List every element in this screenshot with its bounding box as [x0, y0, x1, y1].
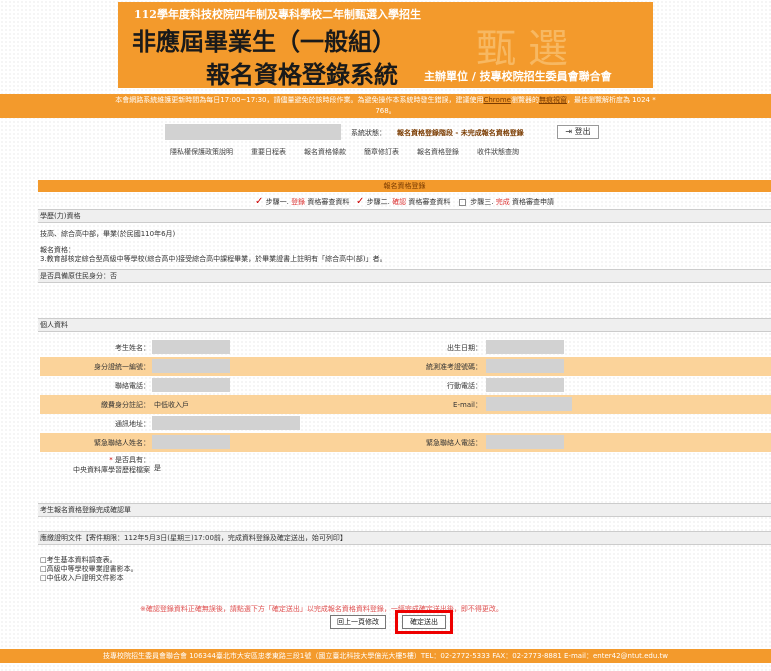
- step3-prefix: 步驟三.: [470, 198, 494, 206]
- docs-section-title: 應繳證明文件【寄件期限：112年5月3日(星期三)17:00前，完成資料登錄及確…: [38, 531, 771, 545]
- table-row: 通訊地址：: [40, 414, 771, 433]
- fee-status-value: 中低收入戶: [154, 401, 189, 409]
- emergency-name-value-masked: [152, 435, 230, 449]
- notice-text-browser: 瀏覽器的: [510, 96, 539, 104]
- education-section-title: 學歷(力)資格: [38, 209, 771, 223]
- table-row: 身分證統一編號： 統測准考證號碼：: [40, 357, 771, 376]
- step2-highlight: 確認: [392, 198, 407, 206]
- step1-suffix: 資格審查資料: [307, 198, 350, 206]
- confirm-section-title: 考生報名資格登錄完成確認單: [38, 503, 771, 517]
- name-value-masked: [152, 340, 230, 354]
- notice-text-suffix: ，最佳瀏覽解析度為 1024 *: [566, 96, 656, 104]
- menu-item-receipt-status[interactable]: 收件狀態查詢: [477, 147, 519, 161]
- banner-organizer: 主辦單位 / 技專校院招生委員會聯合會: [424, 70, 612, 83]
- name-label: 考生姓名：: [115, 344, 150, 352]
- menu-item-revisions[interactable]: 簡章修訂表: [364, 147, 399, 161]
- address-value-masked: [152, 416, 300, 430]
- address-label: 通訊地址：: [115, 420, 150, 428]
- banner-title-line1: 非應屆畢業生（一般組）: [132, 28, 396, 56]
- logout-button[interactable]: ⇥ 登出: [557, 125, 599, 139]
- step-indicator: ✓ 步驟一. 登錄 資格審查資料 ✓ 步驟二. 確認 資格審查資料 步驟三. 完…: [38, 196, 771, 207]
- check-icon: ✓: [356, 196, 365, 207]
- table-row: 聯絡電話： 行動電話：: [40, 376, 771, 395]
- logout-icon: ⇥: [565, 127, 573, 136]
- notice-text-prefix: 本會網路系統維護更新時間為每日17:00~17:30，請儘量避免於該時段作業。為…: [115, 96, 484, 104]
- step1-prefix: 步驟一.: [265, 198, 289, 206]
- emergency-name-label: 緊急聯絡人姓名：: [94, 439, 150, 447]
- checkbox-empty-icon: [459, 198, 467, 206]
- menu-item-privacy[interactable]: 隱私權保護政策說明: [170, 147, 233, 161]
- step2-prefix: 步驟二.: [366, 198, 390, 206]
- step3-suffix: 資格審查申請: [511, 198, 554, 206]
- exam-number-value-masked: [486, 359, 564, 373]
- chrome-link[interactable]: Chrome: [483, 96, 510, 104]
- step1-highlight: 登錄: [291, 198, 306, 206]
- doc-item: □中低收入戶證明文件影本: [40, 574, 124, 582]
- personal-info-table: 考生姓名： 出生日期： 身分證統一編號： 統測准考證號碼： 聯絡電話： 行動電話…: [40, 338, 771, 482]
- emergency-phone-value-masked: [486, 435, 564, 449]
- email-value-masked: [486, 397, 572, 411]
- system-status-label: 系統狀態：: [351, 129, 386, 137]
- system-status-value: 報名資格登錄階段 - 未完成報名資格登錄: [397, 129, 524, 137]
- menu-item-register[interactable]: 報名資格登錄: [417, 147, 459, 161]
- status-row: 系統狀態： 報名資格登錄階段 - 未完成報名資格登錄 ⇥ 登出: [165, 124, 615, 140]
- logout-label: 登出: [574, 127, 591, 136]
- authorize-value: 是: [154, 464, 161, 472]
- email-label: E-mail：: [453, 401, 482, 409]
- mobile-label: 行動電話：: [447, 382, 482, 390]
- step3-highlight: 完成: [495, 198, 510, 206]
- authorize-label: * 是否具有： 中央資料庫學習歷程檔案: [40, 455, 150, 475]
- birthday-label: 出生日期：: [447, 344, 482, 352]
- check-icon: ✓: [255, 196, 264, 207]
- qualification-value: 3.教育部核定綜合型高級中等學校(綜合高中)接受綜合高中課程畢業，於畢業證書上註…: [40, 255, 387, 263]
- section-header-register: 報名資格登錄: [38, 180, 771, 192]
- footer-contact: 技專校院招生委員會聯合會 106344臺北市大安區忠孝東路三段1號（國立臺北科技…: [0, 649, 771, 663]
- top-menu: 隱私權保護政策說明 重要日程表 報名資格條款 簡章修訂表 報名資格登錄 收件狀態…: [170, 147, 610, 161]
- birthday-value-masked: [486, 340, 564, 354]
- fee-status-label: 繳費身分註記：: [101, 401, 150, 409]
- menu-item-terms[interactable]: 報名資格條款: [304, 147, 346, 161]
- id-number-value-masked: [152, 359, 230, 373]
- authorize-label-b: 中央資料庫學習歷程檔案: [73, 466, 150, 474]
- education-value: 技高、綜合高中部，畢業(於民國110年6月): [40, 230, 176, 238]
- mobile-value-masked: [486, 378, 564, 392]
- table-row: * 是否具有： 中央資料庫學習歷程檔案 是: [40, 452, 771, 482]
- phone-value-masked: [152, 378, 230, 392]
- required-star: *: [109, 456, 113, 464]
- indigenous-status: 是否具備原住民身分：否: [38, 269, 771, 283]
- authorize-label-a: 是否具有：: [115, 456, 150, 464]
- personal-section-title: 個人資料: [38, 318, 771, 332]
- step2-suffix: 資格審查資料: [408, 198, 451, 206]
- table-row: 繳費身分註記： 中低收入戶 E-mail：: [40, 395, 771, 414]
- notice-text-line2: 768。: [375, 107, 396, 115]
- banner-deco-text: 甄選: [476, 26, 580, 72]
- header-banner: 甄選 112學年度科技校院四年制及專科學校二年制甄選入學招生 非應屆畢業生（一般…: [118, 2, 653, 88]
- maintenance-notice: 本會網路系統維護更新時間為每日17:00~17:30，請儘量避免於該時段作業。為…: [0, 94, 771, 118]
- privacy-mode-link[interactable]: 無痕視窗: [539, 96, 567, 104]
- exam-number-label: 統測准考證號碼：: [426, 363, 482, 371]
- table-row: 緊急聯絡人姓名： 緊急聯絡人電話：: [40, 433, 771, 452]
- emergency-phone-label: 緊急聯絡人電話：: [426, 439, 482, 447]
- menu-item-schedule[interactable]: 重要日程表: [251, 147, 286, 161]
- banner-subtitle: 112學年度科技校院四年制及專科學校二年制甄選入學招生: [134, 8, 421, 21]
- phone-label: 聯絡電話：: [115, 382, 150, 390]
- id-number-label: 身分證統一編號：: [94, 363, 150, 371]
- back-edit-button[interactable]: 回上一頁修改: [330, 615, 386, 629]
- masked-user-info: [165, 124, 341, 140]
- table-row: 考生姓名： 出生日期：: [40, 338, 771, 357]
- confirm-submit-button[interactable]: 確定送出: [402, 615, 446, 629]
- banner-title-line2: 報名資格登錄系統: [206, 61, 398, 88]
